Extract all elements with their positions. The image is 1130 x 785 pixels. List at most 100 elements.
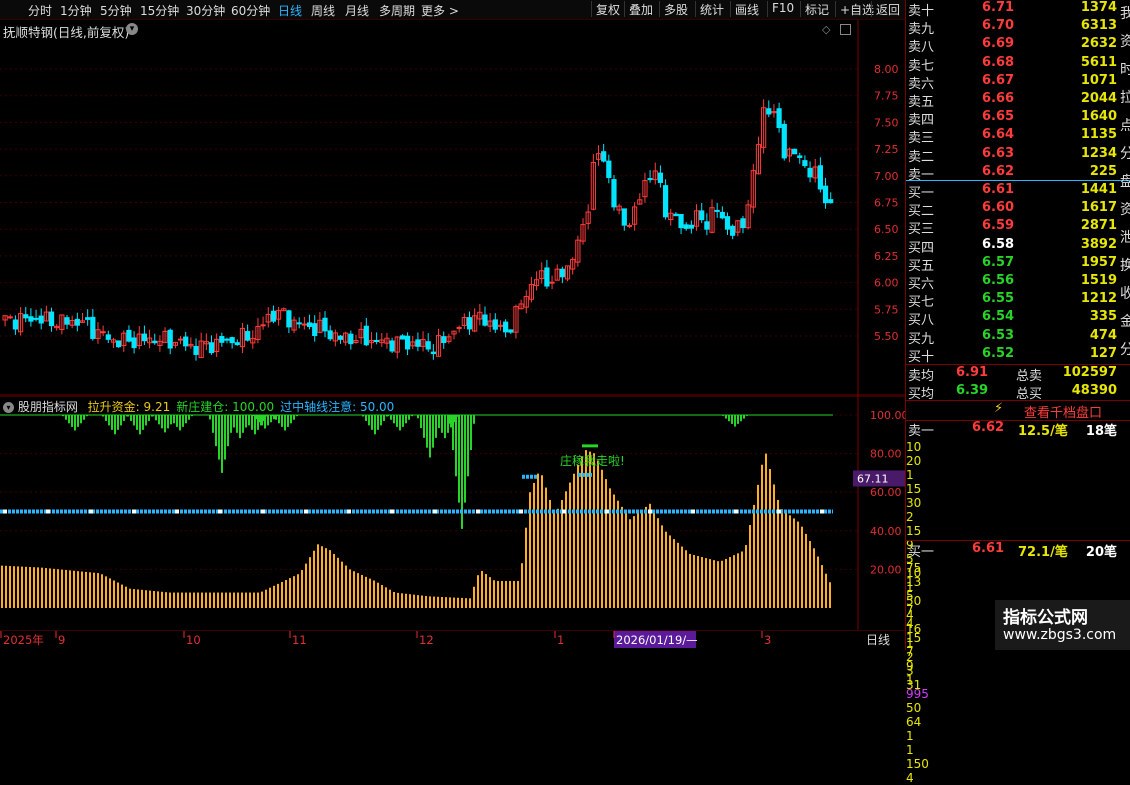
date-label: 12 bbox=[419, 633, 434, 647]
bid-row-price: 6.59 bbox=[982, 218, 1015, 234]
bid-row-volume: 1957 bbox=[1080, 254, 1117, 270]
ask-row[interactable]: 卖八 6.69 2632 bbox=[906, 36, 1121, 55]
period-tab[interactable]: 日线 bbox=[278, 2, 302, 19]
candle-body bbox=[678, 213, 684, 229]
bid-row[interactable]: 买十 6.52 127 bbox=[906, 346, 1121, 365]
indicator-tick: 40.00 bbox=[870, 525, 902, 538]
candle-body bbox=[791, 148, 798, 155]
period-tab[interactable]: 15分钟 bbox=[140, 2, 179, 19]
bid-row[interactable]: 买三 6.59 2871 bbox=[906, 218, 1121, 238]
candle-body bbox=[337, 335, 344, 340]
ask-row[interactable]: 卖二 6.63 1234 bbox=[906, 146, 1121, 165]
ask-row-label: 卖十 bbox=[908, 4, 935, 19]
period-tab[interactable]: 分时 bbox=[28, 2, 52, 19]
tick-per: 72.1/笔 bbox=[1018, 545, 1068, 560]
candle-body bbox=[116, 340, 122, 348]
candle-body bbox=[270, 310, 277, 322]
period-tab[interactable]: 更多 > bbox=[421, 2, 459, 19]
candle-body bbox=[85, 317, 91, 320]
tick-cell: 10 bbox=[906, 440, 922, 454]
candle-body bbox=[348, 333, 354, 345]
bid-row-label: 买三 bbox=[908, 222, 935, 238]
diamond-icon[interactable]: ◇ bbox=[822, 23, 830, 36]
bid-row[interactable]: 买八 6.54 335 bbox=[906, 309, 1121, 328]
period-label: 日线 bbox=[866, 633, 890, 647]
indicator-item: 新庄建仓: 100.00 bbox=[176, 400, 275, 414]
toolbar-button[interactable]: 画线 bbox=[730, 1, 763, 17]
candle-body bbox=[404, 335, 411, 350]
toolbar-button[interactable]: 统计 bbox=[695, 1, 728, 17]
candle-body bbox=[714, 209, 720, 212]
candle-body bbox=[301, 323, 307, 326]
candlestick-chart[interactable]: 8.00 7.75 7.50 7.25 7.00 6.75 6.50 6.25 6.00 5.75… bbox=[0, 20, 905, 396]
date-label: 11 bbox=[292, 633, 307, 647]
period-tab[interactable]: 30分钟 bbox=[186, 2, 225, 19]
tick-label: 卖一 bbox=[908, 424, 935, 439]
toolbar-button[interactable]: 标记 bbox=[800, 1, 833, 17]
ask-row[interactable]: 卖三 6.64 1135 bbox=[906, 127, 1121, 146]
bid-row-price: 6.57 bbox=[982, 254, 1015, 270]
date-label: 2025年 bbox=[3, 633, 44, 647]
period-tab[interactable]: 60分钟 bbox=[231, 2, 270, 19]
period-tab[interactable]: 月线 bbox=[345, 2, 369, 19]
indicator-tick: 100.00 bbox=[870, 409, 905, 422]
ask-row[interactable]: 卖七 6.68 5611 bbox=[906, 55, 1121, 74]
ask-row[interactable]: 卖四 6.65 1640 bbox=[906, 109, 1121, 128]
toolbar-button[interactable]: 叠加 bbox=[624, 1, 657, 17]
ask-row[interactable]: 卖十 6.71 1374 bbox=[906, 0, 1121, 19]
price-tick: 7.25 bbox=[874, 143, 899, 156]
ask-row[interactable]: 卖六 6.67 1071 bbox=[906, 72, 1121, 92]
bid-row-label: 买一 bbox=[908, 186, 935, 201]
candle-body bbox=[126, 329, 132, 342]
ask-row-price: 6.70 bbox=[982, 18, 1015, 34]
ask-row-price: 6.67 bbox=[982, 72, 1015, 88]
candle-body bbox=[802, 160, 808, 167]
bid-row[interactable]: 买七 6.55 1212 bbox=[906, 291, 1121, 310]
candle-body bbox=[766, 108, 772, 115]
bid-row[interactable]: 买四 6.58 3892 bbox=[906, 237, 1121, 256]
tick-cell: 1 bbox=[906, 743, 914, 757]
candle-body bbox=[208, 342, 215, 354]
bid-row-label: 买六 bbox=[908, 277, 935, 292]
candle-body bbox=[503, 321, 509, 333]
side-char: 点 bbox=[1120, 118, 1130, 134]
bid-row-price: 6.55 bbox=[982, 291, 1015, 307]
period-tab[interactable]: 1分钟 bbox=[60, 2, 92, 19]
candle-body bbox=[807, 167, 813, 178]
bid-row[interactable]: 买六 6.56 1519 bbox=[906, 273, 1121, 292]
candle-body bbox=[141, 333, 148, 342]
ask-row[interactable]: 卖九 6.70 6313 bbox=[906, 18, 1121, 37]
period-tab[interactable]: 多周期 bbox=[379, 2, 415, 19]
toolbar-button[interactable]: 多股 bbox=[659, 1, 692, 17]
candle-body bbox=[219, 336, 225, 343]
bid-row[interactable]: 买二 6.60 1617 bbox=[906, 200, 1121, 219]
bid-row[interactable]: 买一 6.61 1441 bbox=[906, 182, 1121, 201]
bid-row[interactable]: 买九 6.53 474 bbox=[906, 328, 1121, 347]
bid-row[interactable]: 买五 6.57 1957 bbox=[906, 254, 1121, 274]
midline-marker bbox=[89, 509, 93, 514]
chevron-down-icon[interactable]: ▾ bbox=[126, 23, 138, 35]
tick-price: 6.62 bbox=[972, 420, 1005, 435]
candle-body bbox=[296, 322, 302, 325]
ask-row[interactable]: 卖五 6.66 2044 bbox=[906, 91, 1121, 110]
toolbar-button[interactable]: F10 bbox=[767, 1, 798, 17]
thousand-depth-button[interactable]: 查看千档盘口 bbox=[1024, 402, 1102, 421]
ask-row-volume: 1135 bbox=[1080, 127, 1117, 143]
toolbar-button[interactable]: 返回 bbox=[871, 1, 904, 17]
ask-row-volume: 1640 bbox=[1080, 109, 1117, 125]
window-icon[interactable] bbox=[840, 24, 851, 35]
toolbar-button[interactable]: 复权 bbox=[591, 1, 624, 17]
candle-body bbox=[719, 211, 725, 219]
tick-price: 6.61 bbox=[972, 541, 1005, 556]
side-char: 拉 bbox=[1120, 90, 1130, 106]
candle-body bbox=[193, 345, 199, 355]
date-label: 1 bbox=[557, 633, 564, 647]
period-tab[interactable]: 周线 bbox=[311, 2, 335, 19]
candle-body bbox=[817, 165, 823, 190]
ask-row-price: 6.64 bbox=[982, 127, 1015, 143]
indicator-chart[interactable]: 100.00 80.00 60.00 40.00 20.00 庄稼我走啦! 67.11 bbox=[0, 396, 905, 630]
candle-body bbox=[425, 341, 431, 350]
chevron-down-icon[interactable]: ▾ bbox=[3, 402, 14, 413]
price-tick: 8.00 bbox=[874, 63, 899, 76]
period-tab[interactable]: 5分钟 bbox=[100, 2, 132, 19]
